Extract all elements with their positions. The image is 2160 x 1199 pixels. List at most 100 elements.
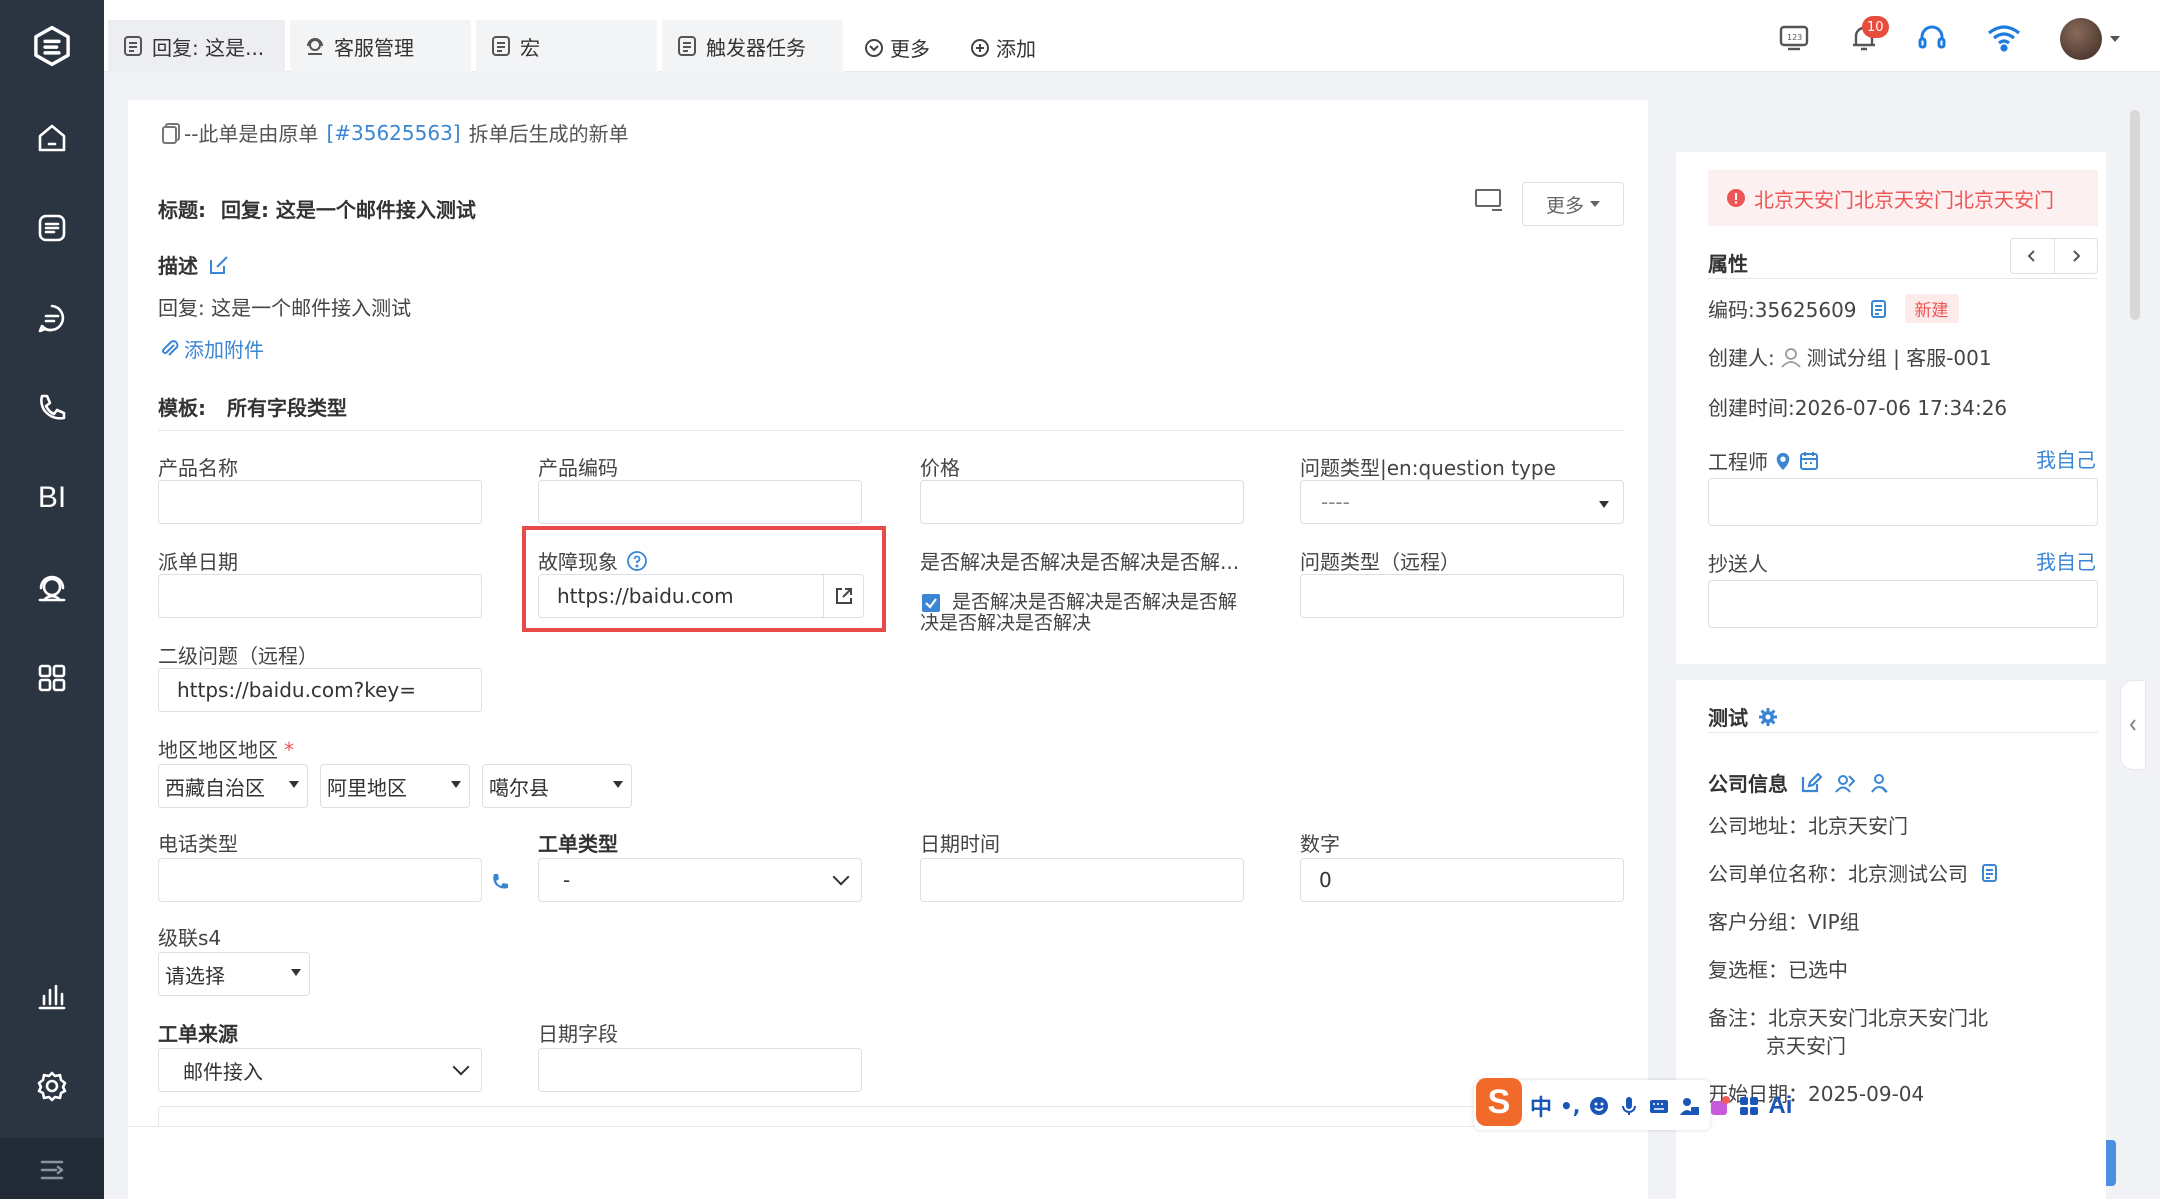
ticket-type-select[interactable]: - <box>538 858 862 902</box>
open-link-icon[interactable] <box>823 575 863 617</box>
sub-issue-value: https://baidu.com?key= <box>177 678 417 702</box>
dispatch-date-label: 派单日期 <box>158 550 238 574</box>
prev-icon[interactable] <box>2011 239 2055 273</box>
cc-assign-me-link[interactable]: 我自己 <box>2036 546 2096 575</box>
avatar[interactable] <box>2060 18 2102 60</box>
cascade-select[interactable]: 请选择 <box>158 952 310 996</box>
ime-logo-icon[interactable]: S <box>1476 1078 1522 1126</box>
chevron-circle-icon <box>865 38 883 57</box>
copy-icon[interactable] <box>1978 862 2000 884</box>
number-input[interactable]: 0 <box>1300 858 1624 902</box>
chat-icon[interactable] <box>24 290 80 346</box>
dispatch-date-input[interactable] <box>158 574 482 618</box>
region-city-value: 阿里地区 <box>327 775 407 800</box>
paperclip-icon <box>161 339 179 356</box>
ime-ai-button[interactable]: Ai <box>1768 1092 1792 1120</box>
product-code-input[interactable] <box>538 480 862 524</box>
more-tabs-button[interactable]: 更多 <box>864 33 930 62</box>
engineer-label: 工程师 <box>1708 450 1768 474</box>
resolved-option-label: 是否解决是否解决是否解决是否解决是否解决是否解决 <box>920 591 1238 634</box>
calendar-icon[interactable] <box>1798 450 1820 472</box>
phone-icon[interactable] <box>24 380 80 436</box>
tab-label: 宏 <box>520 35 540 60</box>
tab-trigger-tasks[interactable]: 触发器任务 <box>662 20 844 72</box>
apps-icon[interactable] <box>24 650 80 706</box>
collapse-panel-icon[interactable] <box>2120 680 2146 770</box>
microphone-icon[interactable] <box>1618 1095 1640 1117</box>
copy-icon[interactable] <box>1867 298 1889 320</box>
region-county-select[interactable]: 噶尔县 <box>482 764 632 808</box>
add-attachment-label: 添加附件 <box>184 338 264 362</box>
question-type-select[interactable]: ---- <box>1300 480 1624 524</box>
cascade-label: 级联s4 <box>158 926 222 950</box>
alert-icon <box>1727 189 1745 207</box>
add-tab-button[interactable]: 添加 <box>970 33 1036 62</box>
scrollbar-thumb[interactable] <box>2130 110 2140 320</box>
call-icon[interactable] <box>490 872 510 897</box>
next-icon[interactable] <box>2055 239 2098 273</box>
edit-icon[interactable] <box>208 254 230 276</box>
pager <box>2010 238 2098 274</box>
caret-down-icon <box>451 781 461 788</box>
company-info-label: 公司信息 <box>1708 772 1788 796</box>
engineer-assign-me-link[interactable]: 我自己 <box>2036 444 2096 473</box>
avatar-caret-icon[interactable] <box>2110 36 2120 42</box>
date-field-input[interactable] <box>538 1048 862 1092</box>
region-city-select[interactable]: 阿里地区 <box>320 764 470 808</box>
tab-label: 触发器任务 <box>706 35 806 60</box>
ticket-icon[interactable] <box>24 200 80 256</box>
sub-issue-input[interactable]: https://baidu.com?key= <box>158 668 482 712</box>
gear-icon[interactable] <box>1758 707 1778 727</box>
add-attachment-link[interactable]: 添加附件 <box>158 334 264 363</box>
toolbox-icon[interactable] <box>1738 1095 1760 1117</box>
home-icon[interactable] <box>24 110 80 166</box>
edit-icon[interactable] <box>1800 771 1822 794</box>
fault-input[interactable]: https://baidu.com <box>538 574 864 618</box>
tab-reply[interactable]: 回复: 这是... <box>108 20 286 72</box>
cascade-value: 请选择 <box>165 963 225 988</box>
product-name-input[interactable] <box>158 480 482 524</box>
cc-input[interactable] <box>1708 580 2098 628</box>
wifi-icon[interactable] <box>1986 22 2022 59</box>
emoji-icon[interactable] <box>1588 1095 1610 1117</box>
source-value: 邮件接入 <box>183 1059 263 1084</box>
phone-type-input[interactable] <box>158 858 482 902</box>
keyboard-icon[interactable] <box>1648 1095 1670 1117</box>
original-ticket-link[interactable]: [#35625563] <box>326 121 460 145</box>
engineer-input[interactable] <box>1708 478 2098 526</box>
user-card-icon[interactable] <box>1678 1095 1700 1117</box>
keypad-icon[interactable]: 123 <box>1778 22 1810 59</box>
settings-icon[interactable] <box>24 1058 80 1114</box>
location-icon[interactable] <box>1774 450 1792 472</box>
switch-user-icon[interactable] <box>1834 772 1856 794</box>
link-user-icon[interactable] <box>1868 772 1890 794</box>
doc-icon <box>678 36 696 56</box>
help-icon[interactable] <box>626 550 648 572</box>
bi-icon[interactable]: BI <box>24 470 80 526</box>
ticket-type-label: 工单类型 <box>538 832 618 856</box>
company-info-heading: 公司信息 <box>1708 768 1890 797</box>
headset-icon[interactable] <box>1916 22 1948 59</box>
source-select[interactable]: 邮件接入 <box>158 1048 482 1092</box>
tab-macro[interactable]: 宏 <box>476 20 658 72</box>
punctuation-icon[interactable]: •, <box>1560 1094 1580 1118</box>
region-province-select[interactable]: 西藏自治区 <box>158 764 308 808</box>
display-toggle-icon[interactable] <box>1474 188 1504 219</box>
skin-icon[interactable] <box>1708 1095 1731 1117</box>
chart-icon[interactable] <box>24 968 80 1024</box>
price-input[interactable] <box>920 480 1244 524</box>
split-notice: --此单是由原单 [#35625563] 拆单后生成的新单 <box>160 118 629 147</box>
agent-icon[interactable] <box>24 560 80 616</box>
menu-icon[interactable] <box>24 1142 80 1198</box>
tab-service-management[interactable]: 客服管理 <box>290 20 472 72</box>
fault-label-row: 故障现象 <box>538 546 648 575</box>
caret-down-icon <box>613 781 623 788</box>
more-actions-button[interactable]: 更多 <box>1522 182 1624 226</box>
description-header: 描述 <box>158 250 230 279</box>
phone-type-label: 电话类型 <box>158 832 238 856</box>
ime-lang-toggle[interactable]: 中 <box>1530 1090 1552 1122</box>
logo-icon[interactable] <box>24 18 80 74</box>
question-type-remote-input[interactable] <box>1300 574 1624 618</box>
datetime-input[interactable] <box>920 858 1244 902</box>
template-value: 所有字段类型 <box>226 396 347 420</box>
